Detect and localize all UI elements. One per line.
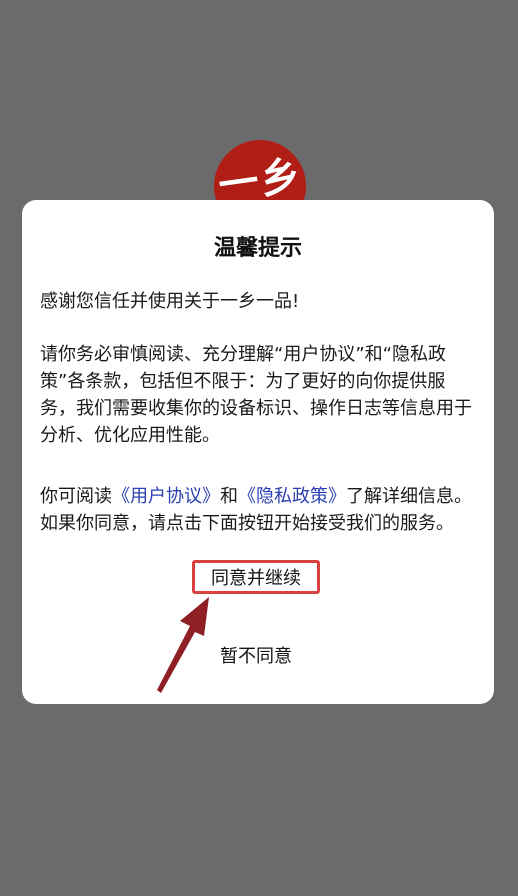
dialog-title: 温馨提示 xyxy=(213,236,302,261)
read-prefix: 你可阅读 xyxy=(40,486,112,507)
read-more-text: 你可阅读《用户协议》和《隐私政策》了解详细信息。如果你同意，请点击下面按钮开始接… xyxy=(40,483,480,537)
notice-text: 请你务必审慎阅读、充分理解“用户协议”和“隐私政策”各条款，包括但不限于：为了更… xyxy=(40,344,472,446)
and-text: 和 xyxy=(220,486,238,507)
disagree-button[interactable]: 暂不同意 xyxy=(192,640,320,670)
greeting-text: 感谢您信任并使用关于一乡一品! xyxy=(40,291,300,312)
agree-continue-button[interactable]: 同意并继续 xyxy=(192,560,320,594)
user-agreement-link[interactable]: 《用户协议》 xyxy=(112,486,220,507)
privacy-dialog: 温馨提示 感谢您信任并使用关于一乡一品! 请你务必审慎阅读、充分理解“用户协议”… xyxy=(22,200,494,704)
privacy-policy-link[interactable]: 《隐私政策》 xyxy=(238,486,346,507)
